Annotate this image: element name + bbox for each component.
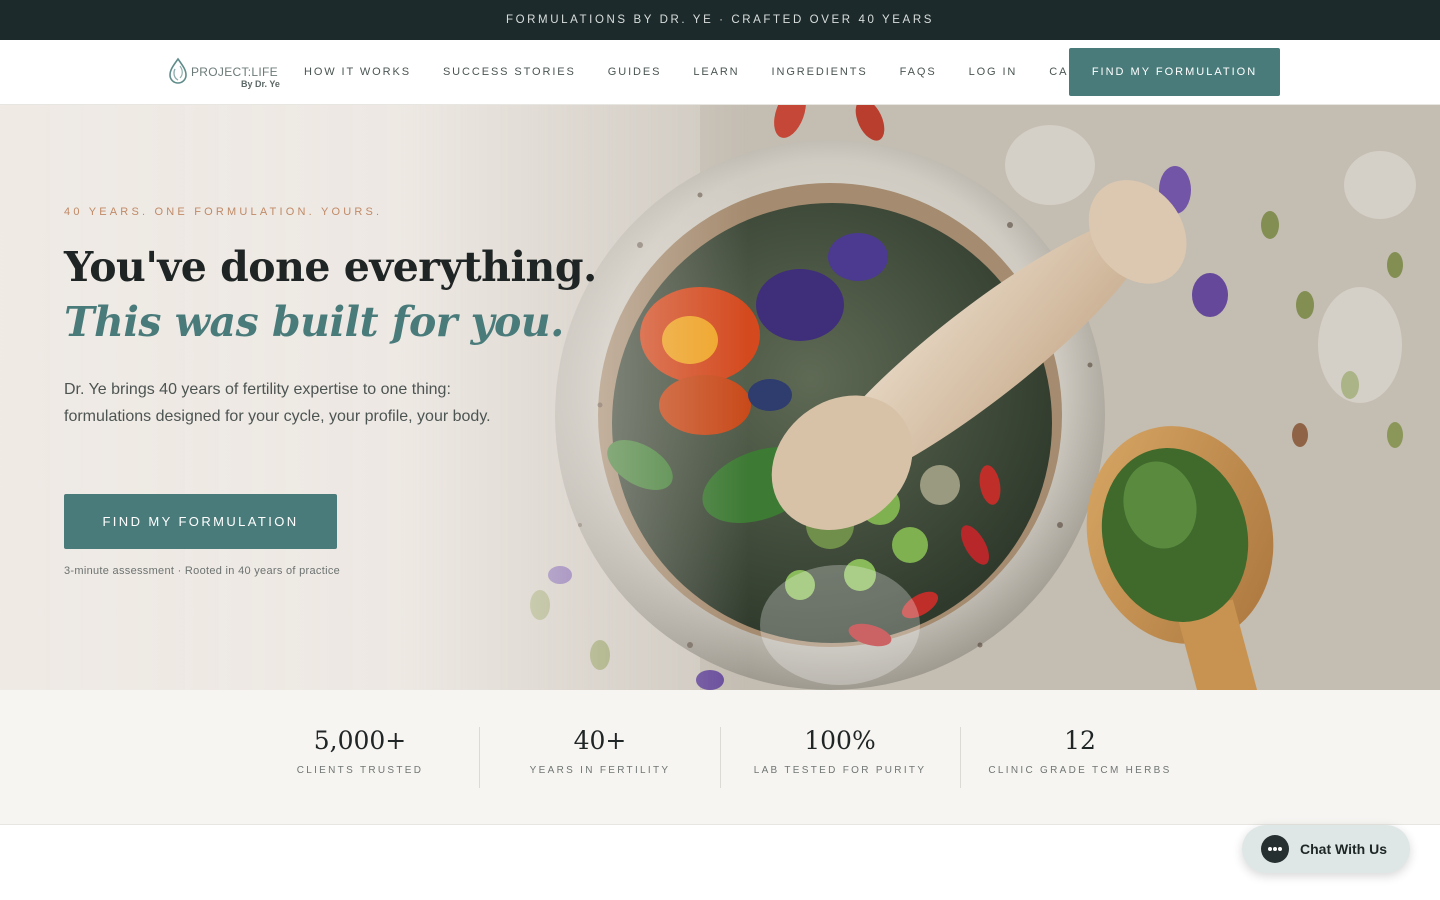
- stat-value: 40+: [573, 726, 627, 755]
- logo[interactable]: PROJECT:LIFE By Dr. Ye: [167, 57, 285, 91]
- hero-section: 40 YEARS. ONE FORMULATION. YOURS. You've…: [0, 105, 1440, 690]
- nav-link-how-it-works[interactable]: HOW IT WORKS: [304, 66, 411, 78]
- header-find-formulation-button[interactable]: FIND MY FORMULATION: [1069, 48, 1280, 96]
- hero-headline: You've done everything.: [64, 243, 597, 291]
- logo-byline: By Dr. Ye: [241, 79, 280, 89]
- stat-label: LAB TESTED FOR PURITY: [753, 765, 927, 776]
- chat-bubble-icon: [1261, 835, 1289, 863]
- announcement-text: FORMULATIONS BY DR. YE · CRAFTED OVER 40…: [505, 14, 935, 26]
- stat-years: 40+ YEARS IN FERTILITY: [480, 726, 720, 788]
- stat-label: CLINIC GRADE TCM HERBS: [988, 765, 1172, 776]
- hero-assessment-note: 3-minute assessment · Rooted in 40 years…: [64, 565, 341, 577]
- stat-clients: 5,000+ CLIENTS TRUSTED: [240, 726, 480, 788]
- logo-wordmark: PROJECT:LIFE: [191, 65, 278, 79]
- main-navigation: HOW IT WORKS SUCCESS STORIES GUIDES LEAR…: [304, 40, 1119, 104]
- stat-value: 100%: [804, 726, 876, 755]
- stat-value: 5,000+: [313, 726, 407, 755]
- announcement-bar: FORMULATIONS BY DR. YE · CRAFTED OVER 40…: [0, 0, 1440, 40]
- stat-herbs: 12 CLINIC GRADE TCM HERBS: [960, 726, 1200, 788]
- droplet-logo-icon: [169, 57, 187, 84]
- chat-widget-button[interactable]: Chat With Us: [1242, 825, 1410, 873]
- hero-headline-emphasis: This was built for you.: [64, 298, 564, 346]
- stat-lab-tested: 100% LAB TESTED FOR PURITY: [720, 726, 960, 788]
- stats-section: 5,000+ CLIENTS TRUSTED 40+ YEARS IN FERT…: [0, 690, 1440, 825]
- stat-label: CLIENTS TRUSTED: [296, 765, 424, 776]
- nav-link-ingredients[interactable]: INGREDIENTS: [772, 66, 868, 78]
- hero-find-formulation-button[interactable]: FIND MY FORMULATION: [64, 494, 337, 549]
- nav-link-learn[interactable]: LEARN: [693, 66, 739, 78]
- nav-link-success-stories[interactable]: SUCCESS STORIES: [443, 66, 576, 78]
- nav-link-log-in[interactable]: LOG IN: [969, 66, 1018, 78]
- stat-label: YEARS IN FERTILITY: [529, 765, 671, 776]
- nav-link-guides[interactable]: GUIDES: [608, 66, 662, 78]
- hero-description: Dr. Ye brings 40 years of fertility expe…: [64, 381, 491, 425]
- nav-link-faqs[interactable]: FAQS: [900, 66, 937, 78]
- site-header: PROJECT:LIFE By Dr. Ye HOW IT WORKS SUCC…: [0, 40, 1440, 105]
- hero-eyebrow: 40 YEARS. ONE FORMULATION. YOURS.: [64, 206, 383, 218]
- chat-label: Chat With Us: [1300, 841, 1387, 857]
- stat-value: 12: [1064, 726, 1096, 755]
